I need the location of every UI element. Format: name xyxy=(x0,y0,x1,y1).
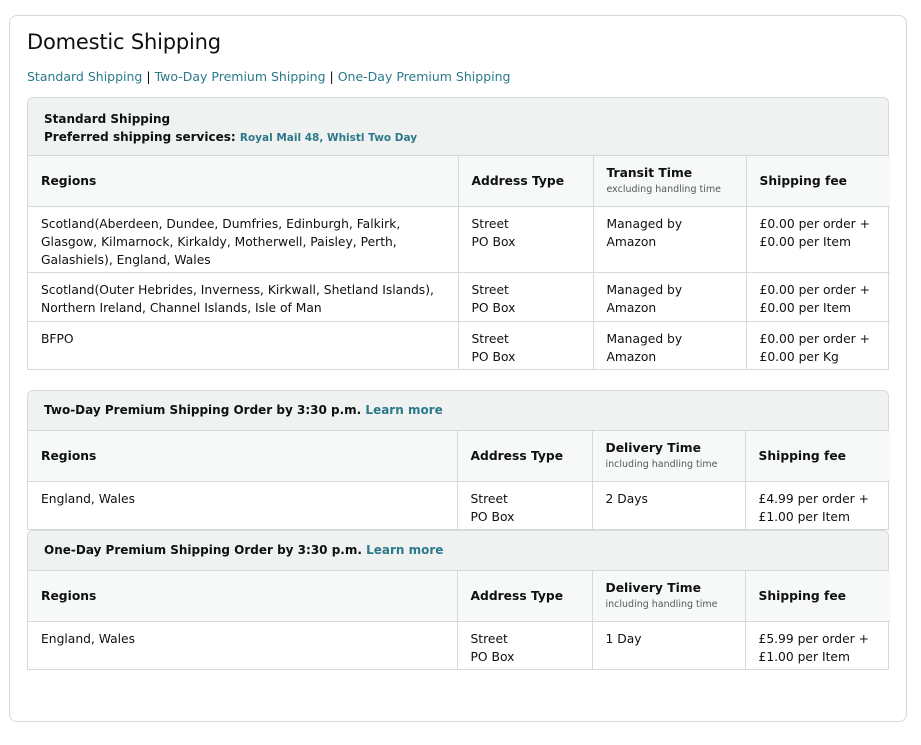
one-day-shipping-section: One-Day Premium Shipping Order by 3:30 p… xyxy=(27,530,890,670)
two-day-shipping-header: Two-Day Premium Shipping Order by 3:30 p… xyxy=(28,391,888,431)
transit-time-note: excluding handling time xyxy=(606,184,721,196)
col-delivery-time: Delivery Time including handling time xyxy=(592,431,746,482)
row-regions: Scotland(Aberdeen, Dundee, Dumfries, Edi… xyxy=(28,206,459,273)
row-address-type: Street PO Box xyxy=(458,206,594,273)
one-day-learn-more-link[interactable]: Learn more xyxy=(366,543,443,557)
standard-shipping-section: Standard Shipping Preferred shipping ser… xyxy=(27,97,890,370)
delivery-time-label: Delivery Time xyxy=(605,581,701,596)
row-shipping-fee: £0.00 per order + £0.00 per Kg xyxy=(759,331,870,364)
row-shipping-fee: £5.99 per order + £1.00 per Item xyxy=(758,631,869,664)
link-two-day-premium-shipping[interactable]: Two-Day Premium Shipping xyxy=(155,69,326,84)
row-shipping-fee: £0.00 per order + £0.00 per Item xyxy=(746,206,890,273)
col-regions: Regions xyxy=(28,571,458,622)
link-separator: | xyxy=(146,69,151,84)
col-address-type: Address Type xyxy=(457,571,593,622)
table-row: Scotland(Aberdeen, Dundee, Dumfries, Edi… xyxy=(28,206,890,273)
transit-time-label: Transit Time xyxy=(606,166,693,181)
delivery-time-note: including handling time xyxy=(605,599,718,611)
link-one-day-premium-shipping[interactable]: One-Day Premium Shipping xyxy=(338,69,511,84)
link-standard-shipping[interactable]: Standard Shipping xyxy=(27,69,142,84)
row-address-type: Street PO Box xyxy=(457,481,593,529)
col-address-type: Address Type xyxy=(458,156,594,207)
row-transit-time: Managed by Amazon xyxy=(593,206,747,273)
col-regions: Regions xyxy=(28,431,458,482)
domestic-shipping-card: Domestic Shipping Standard Shipping | Tw… xyxy=(9,15,907,722)
delivery-time-note: including handling time xyxy=(605,459,718,471)
one-day-shipping-header: One-Day Premium Shipping Order by 3:30 p… xyxy=(28,531,888,571)
row-transit-time: Managed by Amazon xyxy=(593,321,747,369)
row-transit-time: Managed by Amazon xyxy=(593,272,747,322)
standard-shipping-table: Regions Address Type Transit Time exclud… xyxy=(28,156,890,369)
table-row: Scotland(Outer Hebrides, Inverness, Kirk… xyxy=(28,272,890,322)
two-day-learn-more-link[interactable]: Learn more xyxy=(365,403,442,417)
page-title: Domestic Shipping xyxy=(27,30,221,54)
section-links: Standard Shipping | Two-Day Premium Ship… xyxy=(27,69,510,84)
table-header-row: Regions Address Type Transit Time exclud… xyxy=(28,156,890,207)
table-row: BFPO Street PO Box Managed by Amazon £0.0… xyxy=(28,321,890,369)
two-day-shipping-title: Two-Day Premium Shipping Order by 3:30 p… xyxy=(44,403,362,417)
row-shipping-fee: £0.00 per order + £0.00 per Item xyxy=(746,272,890,322)
row-regions: England, Wales xyxy=(28,481,458,529)
two-day-shipping-table: Regions Address Type Delivery Time inclu… xyxy=(28,431,890,529)
row-delivery-time: 2 Days xyxy=(592,481,746,529)
row-regions: BFPO xyxy=(28,321,459,369)
preferred-services-label: Preferred shipping services: xyxy=(44,130,236,144)
col-shipping-fee: Shipping fee xyxy=(746,156,890,207)
col-regions: Regions xyxy=(28,156,459,207)
table-row: England, Wales Street PO Box 1 Day £5.99 … xyxy=(28,621,890,669)
row-delivery-time: 1 Day xyxy=(592,621,746,669)
table-header-row: Regions Address Type Delivery Time inclu… xyxy=(28,571,890,622)
link-separator: | xyxy=(329,69,334,84)
row-address-type: Street PO Box xyxy=(457,621,593,669)
col-shipping-fee: Shipping fee xyxy=(745,571,890,622)
col-shipping-fee: Shipping fee xyxy=(745,431,890,482)
table-header-row: Regions Address Type Delivery Time inclu… xyxy=(28,431,890,482)
row-address-type: Street PO Box xyxy=(458,321,594,369)
one-day-shipping-title: One-Day Premium Shipping Order by 3:30 p… xyxy=(44,543,362,557)
row-regions: Scotland(Outer Hebrides, Inverness, Kirk… xyxy=(28,272,459,322)
col-delivery-time: Delivery Time including handling time xyxy=(592,571,746,622)
col-transit-time: Transit Time excluding handling time xyxy=(593,156,747,207)
preferred-services-value: Royal Mail 48, Whistl Two Day xyxy=(239,132,418,144)
two-day-shipping-section: Two-Day Premium Shipping Order by 3:30 p… xyxy=(27,390,890,530)
row-address-type: Street PO Box xyxy=(458,272,594,322)
standard-shipping-title: Standard Shipping xyxy=(44,112,171,126)
standard-shipping-header: Standard Shipping Preferred shipping ser… xyxy=(28,98,888,156)
delivery-time-label: Delivery Time xyxy=(605,441,701,456)
row-regions: England, Wales xyxy=(28,621,458,669)
one-day-shipping-table: Regions Address Type Delivery Time inclu… xyxy=(28,571,890,669)
row-shipping-fee: £4.99 per order + £1.00 per Item xyxy=(758,491,869,524)
table-row: England, Wales Street PO Box 2 Days £4.99… xyxy=(28,481,890,529)
col-address-type: Address Type xyxy=(457,431,593,482)
